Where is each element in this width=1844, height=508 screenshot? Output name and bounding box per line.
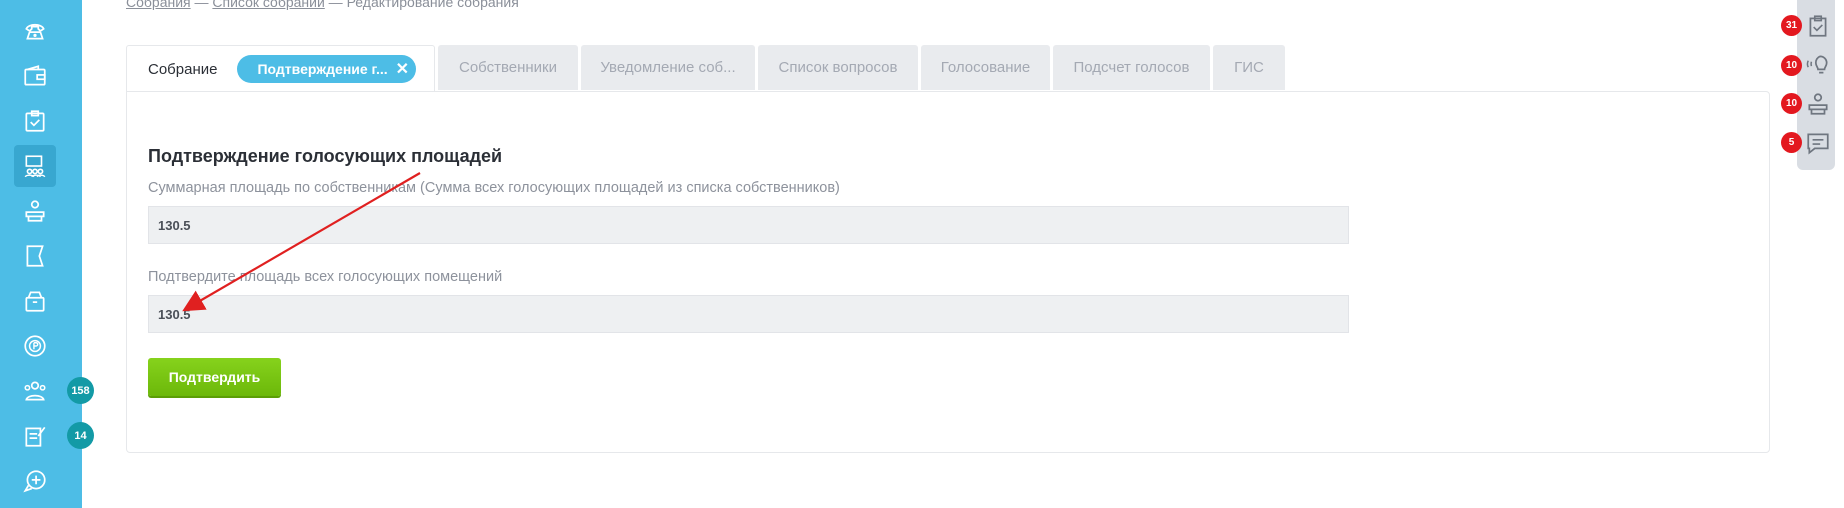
sidebar-item-flag[interactable]	[14, 235, 56, 277]
phone-icon	[25, 23, 45, 40]
people-icon	[24, 381, 46, 401]
owners-count-badge: 158	[67, 377, 94, 404]
breadcrumb-meetings[interactable]: Собрания	[126, 0, 191, 10]
tab-questions[interactable]: Список вопросов	[758, 45, 918, 90]
sidebar-item-tasks[interactable]	[14, 100, 56, 142]
reception-count-badge: 10	[1781, 93, 1802, 114]
flag-icon	[26, 245, 44, 267]
confirm-area-input[interactable]: 130.5	[148, 295, 1349, 333]
reception-icon	[25, 200, 45, 222]
close-icon[interactable]: ✕	[396, 59, 409, 79]
tab-owners[interactable]: Собственники	[438, 45, 578, 90]
total-area-field: 130.5	[148, 206, 1349, 244]
clipboard-check-icon[interactable]	[1805, 13, 1831, 39]
chip-label: Подтверждение г...	[257, 61, 388, 77]
sidebar-item-payments[interactable]	[14, 325, 56, 367]
documents-count-badge: 14	[67, 422, 94, 449]
wallet-icon	[24, 65, 46, 86]
message-icon[interactable]	[1805, 130, 1831, 156]
breadcrumb: Собрания — Список собраний — Редактирова…	[126, 0, 519, 10]
breadcrumb-current: Редактирование собрания	[346, 0, 519, 10]
archive-icon	[25, 291, 45, 312]
tab-vote-count[interactable]: Подсчет голосов	[1053, 45, 1210, 90]
sidebar-item-archive[interactable]	[14, 280, 56, 322]
sidebar-item-wallet[interactable]	[14, 55, 56, 97]
tab-meeting[interactable]: Собрание Подтверждение г... ✕	[126, 45, 435, 92]
tab-voting[interactable]: Голосование	[921, 45, 1050, 90]
tab-bar: Собрание Подтверждение г... ✕ Собственни…	[126, 45, 1288, 92]
messages-count-badge: 5	[1781, 132, 1802, 153]
sidebar-item-chat[interactable]	[14, 460, 56, 502]
breadcrumb-separator: —	[324, 0, 347, 10]
tab-label: Собрание	[148, 60, 218, 78]
breadcrumb-meetings-list[interactable]: Список собраний	[212, 0, 324, 10]
breadcrumb-separator: —	[190, 0, 213, 10]
total-area-label: Суммарная площадь по собственникам (Сумм…	[148, 180, 840, 196]
sidebar-item-owners[interactable]	[14, 370, 56, 412]
sidebar-item-meetings[interactable]	[14, 145, 56, 187]
sidebar-item-reception[interactable]	[14, 190, 56, 232]
tab-gis[interactable]: ГИС	[1213, 45, 1285, 90]
meeting-icon	[24, 155, 46, 178]
reception-icon[interactable]	[1805, 91, 1831, 117]
tab-owner-notification[interactable]: Уведомление соб...	[581, 45, 755, 90]
tasks-count-badge: 31	[1781, 15, 1802, 36]
edit-document-icon	[25, 426, 46, 447]
section-heading: Подтверждение голосующих площадей	[148, 146, 503, 166]
coin-icon	[24, 335, 46, 357]
requests-count-badge: 10	[1781, 55, 1802, 76]
chat-plus-icon	[23, 470, 46, 493]
bulb-signal-icon[interactable]	[1805, 52, 1831, 78]
confirm-button[interactable]: Подтвердить	[148, 358, 281, 396]
subtab-chip-confirmation[interactable]: Подтверждение г... ✕	[237, 55, 417, 83]
sidebar-item-documents[interactable]	[14, 415, 56, 457]
confirm-area-label: Подтвердите площадь всех голосующих поме…	[148, 269, 503, 285]
clipboard-check-icon	[25, 110, 45, 132]
sidebar-item-phone[interactable]	[14, 10, 56, 52]
